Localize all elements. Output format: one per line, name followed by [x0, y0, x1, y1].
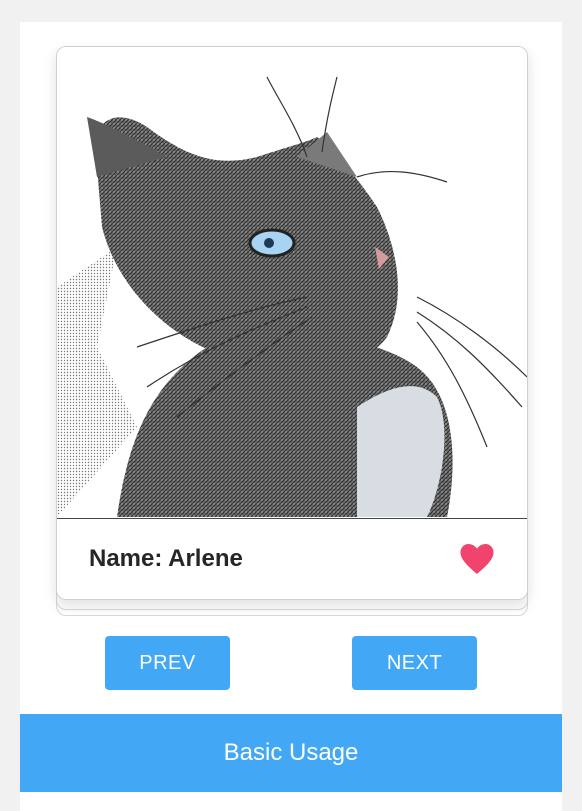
swipe-card[interactable]: Name: Arlene [56, 46, 528, 600]
prev-button[interactable]: PREV [105, 636, 230, 690]
card-caption: Name: Arlene [57, 519, 527, 599]
cat-name-label: Name: Arlene [89, 545, 243, 572]
footer-title-bar: Basic Usage [20, 714, 562, 792]
cat-photo [57, 47, 527, 519]
heart-icon[interactable] [459, 542, 495, 576]
card-stack: Name: Arlene [56, 46, 528, 616]
cat-photo-illustration [57, 76, 527, 517]
next-button[interactable]: NEXT [352, 636, 477, 690]
footer-title: Basic Usage [223, 739, 359, 766]
